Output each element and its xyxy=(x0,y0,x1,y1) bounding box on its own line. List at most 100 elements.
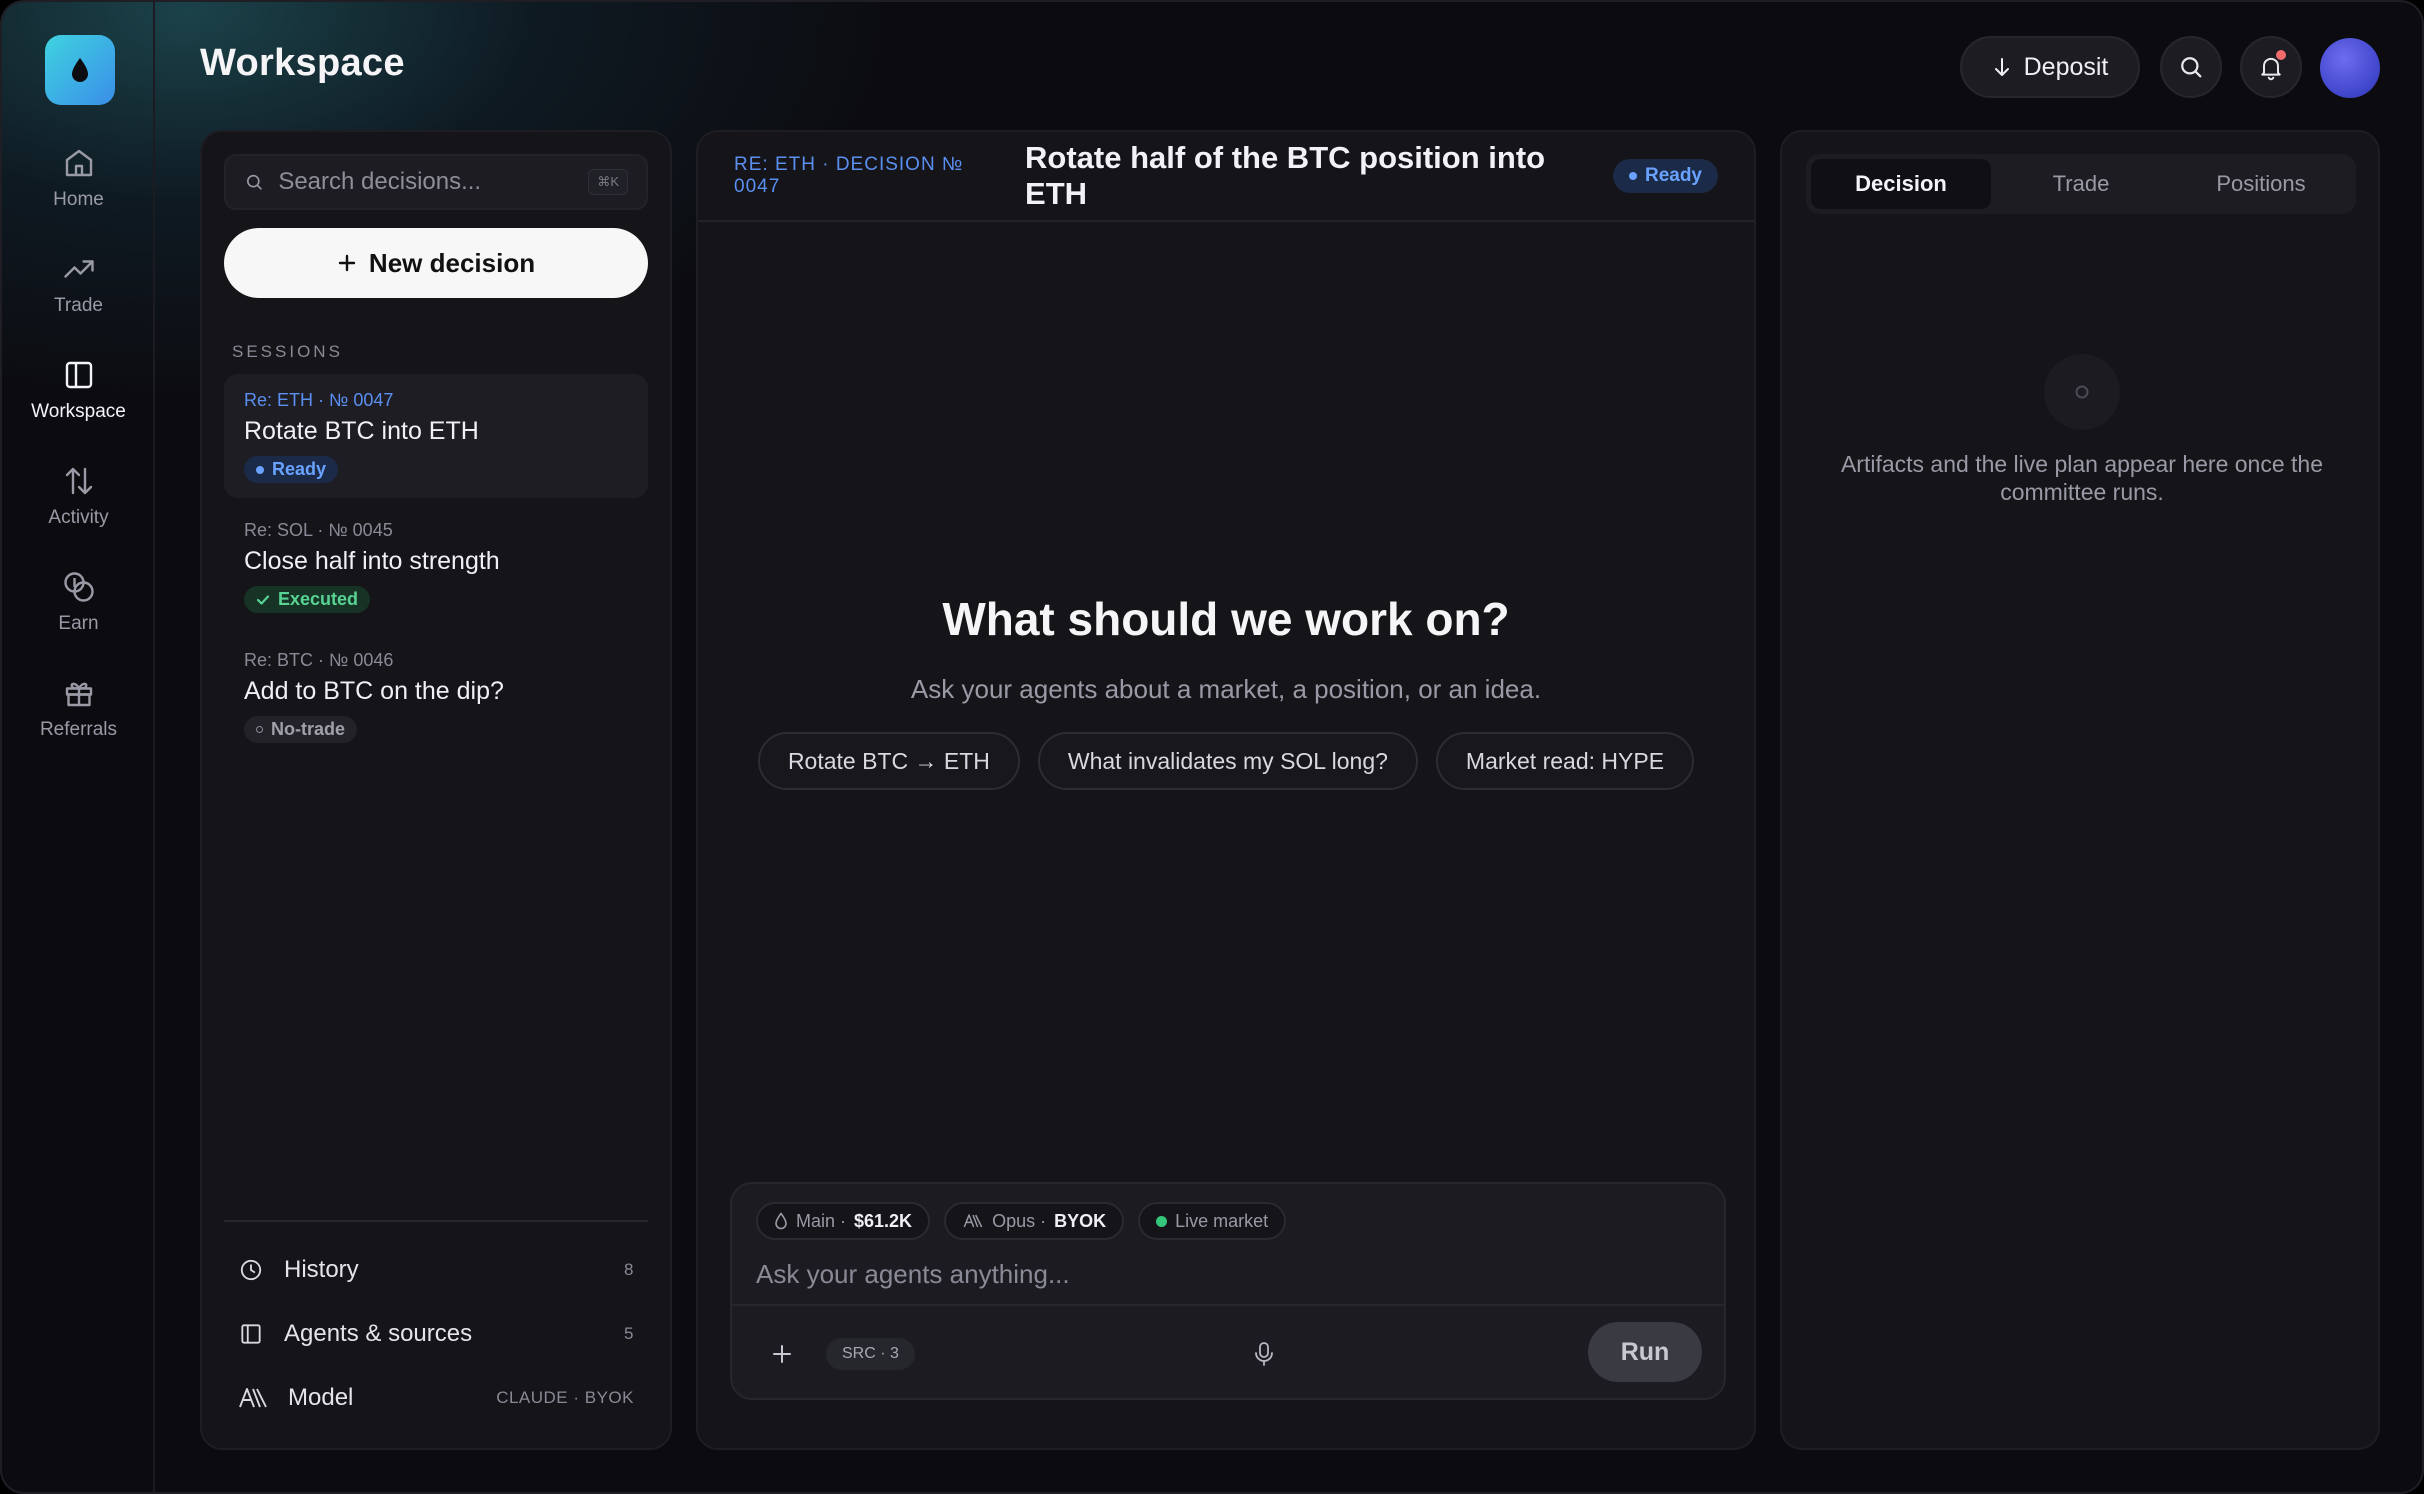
search-button[interactable] xyxy=(2160,36,2222,98)
model-pill[interactable]: Opus · BYOK xyxy=(944,1202,1125,1240)
suggestion-chip[interactable]: Rotate BTC → ETH xyxy=(757,732,1020,790)
footer-item-history[interactable]: History 8 xyxy=(224,1242,648,1298)
clock-icon xyxy=(240,1259,262,1281)
status-badge: Ready xyxy=(1612,159,1718,193)
footer-label: Agents & sources xyxy=(284,1320,473,1347)
session-item[interactable]: Re: SOL · № 0045 Close half into strengt… xyxy=(224,504,648,628)
nav-label: Activity xyxy=(48,507,109,528)
footer-label: Model xyxy=(288,1384,354,1411)
sessions-heading: SESSIONS xyxy=(232,342,343,361)
session-meta: Re: ETH · № 0047 xyxy=(244,390,394,410)
suggestion-chip[interactable]: Market read: HYPE xyxy=(1435,732,1695,790)
nav-item-activity[interactable]: Activity xyxy=(2,448,155,544)
search-icon xyxy=(2181,57,2202,78)
market-label: Live market xyxy=(1175,1210,1269,1231)
artifacts-panel: Decision Trade Positions Artifacts and t… xyxy=(1780,130,2380,1450)
model-value: BYOK xyxy=(1054,1210,1107,1231)
drop-icon xyxy=(72,58,88,82)
nav-label: Trade xyxy=(54,295,103,316)
divider xyxy=(224,1220,648,1222)
session-meta: Re: BTC · № 0046 xyxy=(244,650,394,670)
session-title: Add to BTC on the dip? xyxy=(244,677,504,705)
footer-item-model[interactable]: Model CLAUDE · BYOK xyxy=(224,1370,648,1426)
tab-positions[interactable]: Positions xyxy=(2171,159,2351,209)
prompt-input[interactable] xyxy=(756,1252,1696,1296)
mic-icon xyxy=(1255,1342,1273,1366)
nav-rail: Home Trade Workspace Activity Earn Refer… xyxy=(2,2,155,1492)
account-pill[interactable]: Main · $61.2K xyxy=(756,1202,931,1240)
notifications-button[interactable] xyxy=(2240,36,2302,98)
nav-label: Home xyxy=(53,189,104,210)
account-value: $61.2K xyxy=(854,1210,913,1231)
panel-icon xyxy=(241,1324,261,1344)
session-title: Close half into strength xyxy=(244,547,500,575)
status-badge: No-trade xyxy=(244,716,358,743)
composer: Main · $61.2K Opus · BYOK Live market As… xyxy=(730,1182,1726,1400)
nav-item-workspace[interactable]: Workspace xyxy=(2,342,155,438)
footer-item-agents[interactable]: Agents & sources 5 xyxy=(224,1306,648,1362)
search-input[interactable] xyxy=(278,168,589,196)
page-title: Workspace xyxy=(200,42,405,84)
notification-dot xyxy=(2276,50,2286,60)
search-icon xyxy=(247,174,262,190)
footer-count: 5 xyxy=(624,1324,634,1343)
attach-button[interactable] xyxy=(762,1334,802,1374)
tab-trade[interactable]: Trade xyxy=(1991,159,2171,209)
hero-title: What should we work on? xyxy=(942,593,1510,645)
check-icon xyxy=(256,594,270,605)
status-label: No-trade xyxy=(271,719,346,739)
tab-decision[interactable]: Decision xyxy=(1811,159,1991,209)
shortcut-hint: ⌘K xyxy=(588,169,628,195)
composer-context: Main · $61.2K Opus · BYOK Live market xyxy=(756,1202,1287,1240)
live-market-pill[interactable]: Live market xyxy=(1138,1202,1287,1240)
status-dot xyxy=(1628,172,1637,180)
session-item[interactable]: Re: ETH · № 0047 Rotate BTC into ETH Rea… xyxy=(224,374,648,498)
avatar[interactable] xyxy=(2320,38,2380,98)
status-label: Ready xyxy=(1644,165,1702,186)
footer-label: History xyxy=(284,1256,359,1283)
mic-button[interactable] xyxy=(1246,1336,1282,1372)
nav-label: Earn xyxy=(58,613,99,634)
deposit-label: Deposit xyxy=(2023,52,2109,81)
divider xyxy=(732,1304,1724,1306)
arrow-down-icon xyxy=(1994,58,2009,76)
nav-item-referrals[interactable]: Referrals xyxy=(2,660,155,756)
decision-header: RE: ETH · DECISION № 0047 Rotate half of… xyxy=(698,132,1754,222)
nav-item-trade[interactable]: Trade xyxy=(2,236,155,332)
anthropic-icon xyxy=(963,1214,983,1228)
status-badge: Executed xyxy=(244,586,371,613)
suggestion-chip[interactable]: What invalidates my SOL long? xyxy=(1037,732,1418,790)
search-box[interactable]: ⌘K xyxy=(224,154,648,210)
status-label: Executed xyxy=(278,589,359,609)
run-button[interactable]: Run xyxy=(1588,1322,1702,1382)
nav-label: Workspace xyxy=(31,401,126,422)
new-decision-button[interactable]: New decision xyxy=(224,228,648,298)
nav-item-earn[interactable]: Earn xyxy=(2,554,155,650)
sessions-panel: ⌘K New decision SESSIONS Re: ETH · № 004… xyxy=(200,130,672,1450)
footer-count: 8 xyxy=(624,1260,634,1279)
suggestion-chips: Rotate BTC → ETH What invalidates my SOL… xyxy=(698,732,1754,790)
status-label: Ready xyxy=(272,459,327,479)
session-item[interactable]: Re: BTC · № 0046 Add to BTC on the dip? … xyxy=(224,634,648,758)
home-icon xyxy=(65,149,92,177)
anthropic-icon xyxy=(239,1388,267,1408)
tab-bar: Decision Trade Positions xyxy=(1806,154,2356,214)
status-dot xyxy=(256,465,264,474)
trending-up-icon xyxy=(63,260,94,278)
empty-state-icon xyxy=(2044,354,2120,430)
status-dot xyxy=(256,726,263,733)
drop-icon xyxy=(775,1212,787,1230)
model-label: Opus · xyxy=(992,1210,1047,1231)
session-meta: Re: SOL · № 0045 xyxy=(244,520,393,540)
sources-pill[interactable]: SRC · 3 xyxy=(826,1338,915,1370)
nav-label: Referrals xyxy=(39,719,118,740)
app-logo[interactable] xyxy=(45,35,115,105)
coins-icon xyxy=(63,572,94,602)
nav-item-home[interactable]: Home xyxy=(2,130,155,226)
gift-icon xyxy=(65,682,92,707)
new-decision-label: New decision xyxy=(368,247,536,278)
status-badge: Ready xyxy=(244,456,339,483)
deposit-button[interactable]: Deposit xyxy=(1960,36,2140,98)
plus-icon xyxy=(773,1345,791,1363)
app-window: Home Trade Workspace Activity Earn Refer… xyxy=(0,0,2424,1494)
